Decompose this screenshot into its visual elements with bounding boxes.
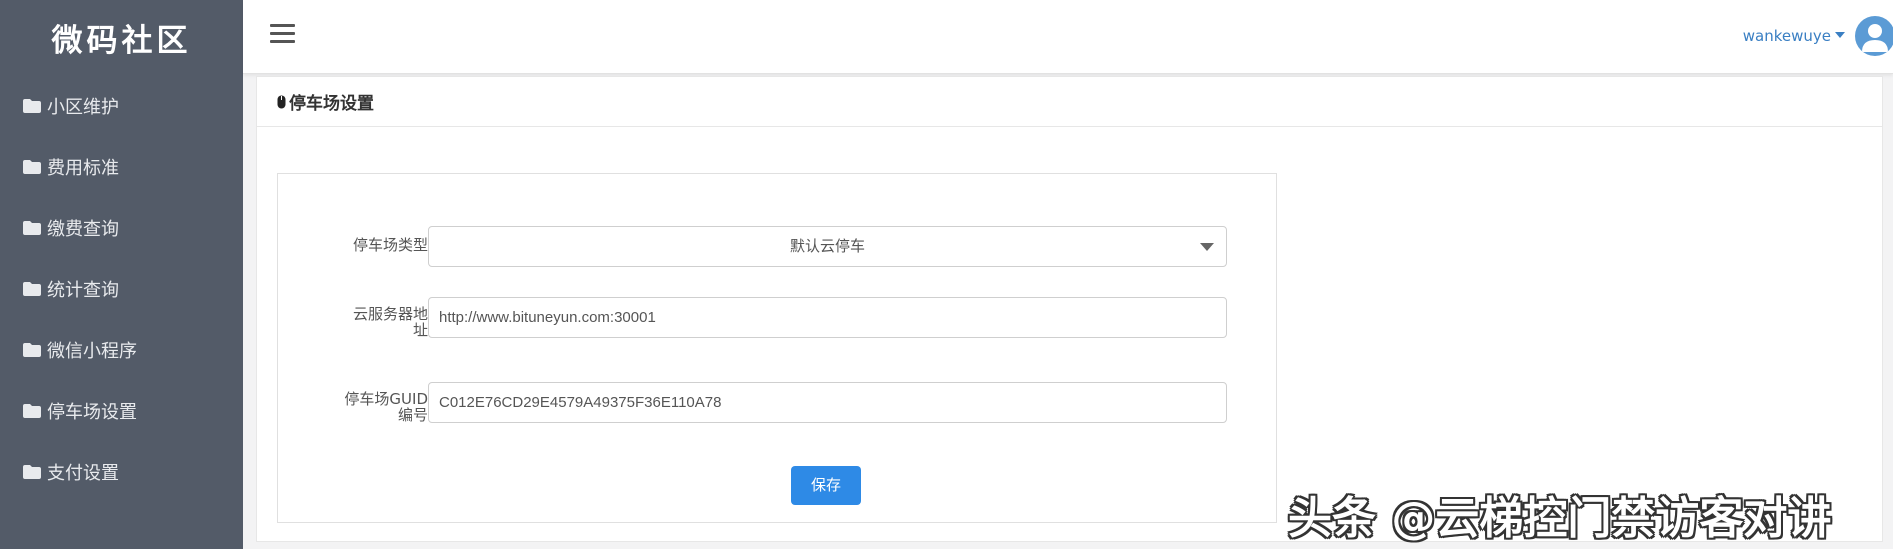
guid-label-line2: 编号 bbox=[397, 406, 428, 424]
sidebar-item-label: 统计查询 bbox=[47, 279, 119, 301]
sidebar: 微码社区 小区维护 费用标准 缴费查询 统计查询 微信小程序 停车场设置 支付设… bbox=[0, 0, 243, 549]
parking-settings-panel: 停车场设置 停车场类型 默认云停车 云服务器地 址 http://www.bit… bbox=[256, 76, 1883, 542]
chevron-down-icon bbox=[1200, 243, 1214, 251]
sidebar-item-parking-settings[interactable]: 停车场设置 bbox=[0, 380, 243, 441]
sidebar-item-label: 缴费查询 bbox=[47, 218, 119, 240]
folder-icon bbox=[23, 403, 41, 418]
watermark: 头条 @云梯控门禁访客对讲 bbox=[1288, 493, 1832, 544]
folder-icon bbox=[23, 281, 41, 296]
guid-label: 停车场GUID 编号 bbox=[308, 391, 428, 423]
guid-label-line1: 停车场GUID bbox=[344, 390, 428, 408]
top-bar: wankewuye bbox=[243, 0, 1893, 74]
sidebar-item-fee-standard[interactable]: 费用标准 bbox=[0, 136, 243, 197]
sidebar-item-label: 微信小程序 bbox=[47, 340, 137, 362]
parking-type-value: 默认云停车 bbox=[789, 237, 865, 255]
sidebar-item-statistics[interactable]: 统计查询 bbox=[0, 258, 243, 319]
folder-icon bbox=[23, 464, 41, 479]
server-address-label-line1: 云服务器地 bbox=[352, 305, 428, 323]
user-menu[interactable]: wankewuye bbox=[1743, 27, 1845, 45]
folder-icon bbox=[23, 98, 41, 113]
settings-form: 停车场类型 默认云停车 云服务器地 址 http://www.bituneyun… bbox=[277, 173, 1277, 523]
sidebar-item-wechat-miniapp[interactable]: 微信小程序 bbox=[0, 319, 243, 380]
folder-icon bbox=[23, 159, 41, 174]
server-address-input[interactable]: http://www.bituneyun.com:30001 bbox=[428, 297, 1227, 338]
user-avatar-icon[interactable] bbox=[1855, 16, 1893, 56]
sidebar-item-community[interactable]: 小区维护 bbox=[0, 75, 243, 136]
sidebar-item-label: 停车场设置 bbox=[47, 401, 137, 423]
sidebar-item-payment-settings[interactable]: 支付设置 bbox=[0, 441, 243, 502]
server-address-label-line2: 址 bbox=[412, 321, 428, 339]
brand-logo: 微码社区 bbox=[51, 23, 192, 59]
sidebar-item-label: 费用标准 bbox=[47, 157, 119, 179]
caret-down-icon bbox=[1835, 32, 1845, 38]
sidebar-item-label: 小区维护 bbox=[47, 96, 119, 118]
server-address-label: 云服务器地 址 bbox=[308, 306, 428, 338]
user-name: wankewuye bbox=[1742, 27, 1831, 45]
folder-icon bbox=[23, 342, 41, 357]
sidebar-item-label: 支付设置 bbox=[47, 462, 119, 484]
page-title: 停车场设置 bbox=[289, 94, 374, 114]
mouse-icon bbox=[277, 95, 286, 108]
save-button[interactable]: 保存 bbox=[791, 466, 861, 505]
folder-icon bbox=[23, 220, 41, 235]
guid-input[interactable]: C012E76CD29E4579A49375F36E110A78 bbox=[428, 382, 1227, 423]
parking-type-select[interactable]: 默认云停车 bbox=[428, 226, 1227, 267]
sidebar-item-payment-query[interactable]: 缴费查询 bbox=[0, 197, 243, 258]
panel-header: 停车场设置 bbox=[257, 77, 1882, 127]
parking-type-label: 停车场类型 bbox=[352, 236, 428, 254]
hamburger-menu-icon[interactable] bbox=[270, 24, 295, 44]
